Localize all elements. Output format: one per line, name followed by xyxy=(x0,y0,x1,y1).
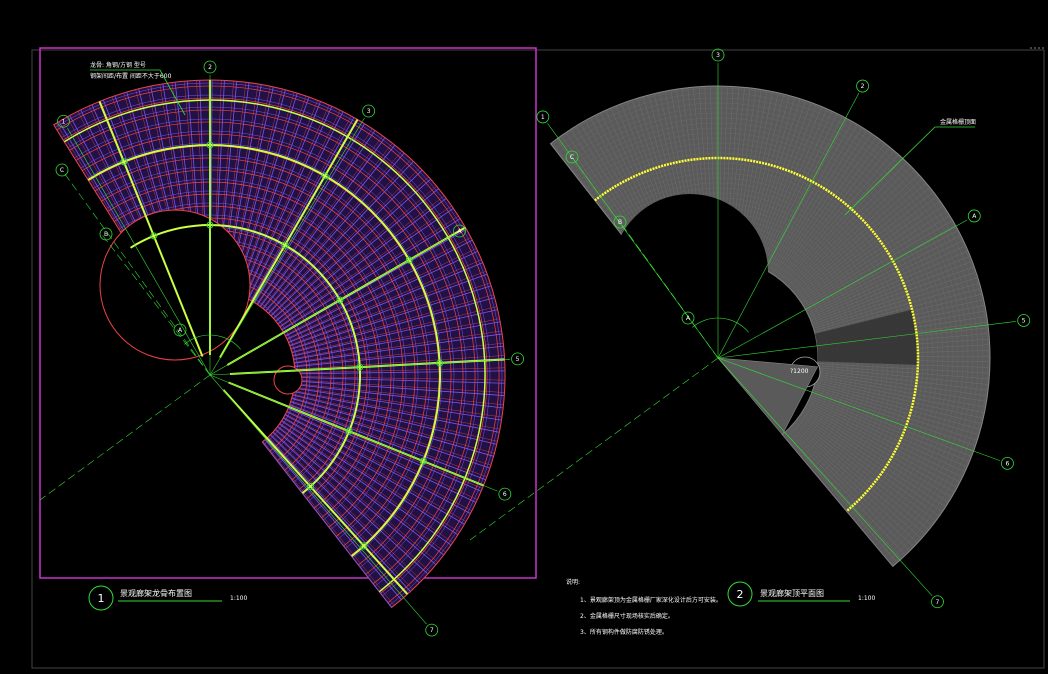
drawing2-title: 景观廊架顶平面图 xyxy=(760,588,824,598)
notes-heading: 说明: xyxy=(566,578,580,586)
axis-dashed xyxy=(469,357,719,541)
drawing1-note-line1: 龙骨: 角钢/方钢 型号 xyxy=(90,61,146,69)
axis2-bubble-2: 2 xyxy=(861,83,865,90)
notes-item-1: 1、景观廊架顶为金属格栅厂家深化设计后方可安装。 xyxy=(580,596,722,604)
drawing2-number: 2 xyxy=(737,588,744,601)
axis-bubble-5: 6 xyxy=(503,491,507,498)
drawing1-title: 景观廊架龙骨布置图 xyxy=(120,588,192,598)
axis2-bubble-6: 7 xyxy=(936,599,940,606)
inner-cutout xyxy=(99,209,251,361)
drawing2-leader-label: 金属格栅顶面 xyxy=(940,118,976,126)
roof-cutout xyxy=(612,194,768,350)
notes-item-3: 3、所有钢构件做防腐防锈处理。 xyxy=(580,628,668,636)
axis2-bubble-3: A xyxy=(972,213,977,220)
drawing2-scale: 1:100 xyxy=(858,595,875,602)
axis-bubble-0: 1 xyxy=(62,118,66,125)
axis-bubble-b: B xyxy=(104,231,108,238)
drawing2-hole-label: ?1200 xyxy=(790,368,809,375)
axis2-bubble-0: 1 xyxy=(541,114,545,121)
axis-bubble-c: C xyxy=(60,167,64,174)
axis-bubble-1: 2 xyxy=(208,64,212,71)
drawing1-scale: 1:100 xyxy=(230,595,247,602)
axis-bubble-6: 7 xyxy=(430,627,434,634)
axis-dashed xyxy=(39,374,211,501)
axis-bubble-4: 5 xyxy=(516,356,520,363)
axis2-bubble-b: B xyxy=(618,219,622,226)
cad-drawing-canvas: 123A567CBA 132A567CBA 龙骨: 角钢/方钢 型号 钢架间距/… xyxy=(31,47,1046,669)
drawing2-fan-roof xyxy=(549,85,991,568)
drawing1-fan-grid xyxy=(52,79,506,609)
axis2-bubble-1: 3 xyxy=(716,52,720,59)
axis2-bubble-c: C xyxy=(570,154,574,161)
axis-bubble-2: 3 xyxy=(367,108,371,115)
axis2-bubble-5: 6 xyxy=(1006,460,1010,467)
axis2-bubble-4: 5 xyxy=(1022,317,1026,324)
drawing1-number: 1 xyxy=(98,592,105,605)
notes-item-2: 2、金属格栅尺寸现场核实后确定。 xyxy=(580,612,674,620)
drawing1-note-line2: 钢架间距/布置 间距不大于600 xyxy=(90,72,172,80)
